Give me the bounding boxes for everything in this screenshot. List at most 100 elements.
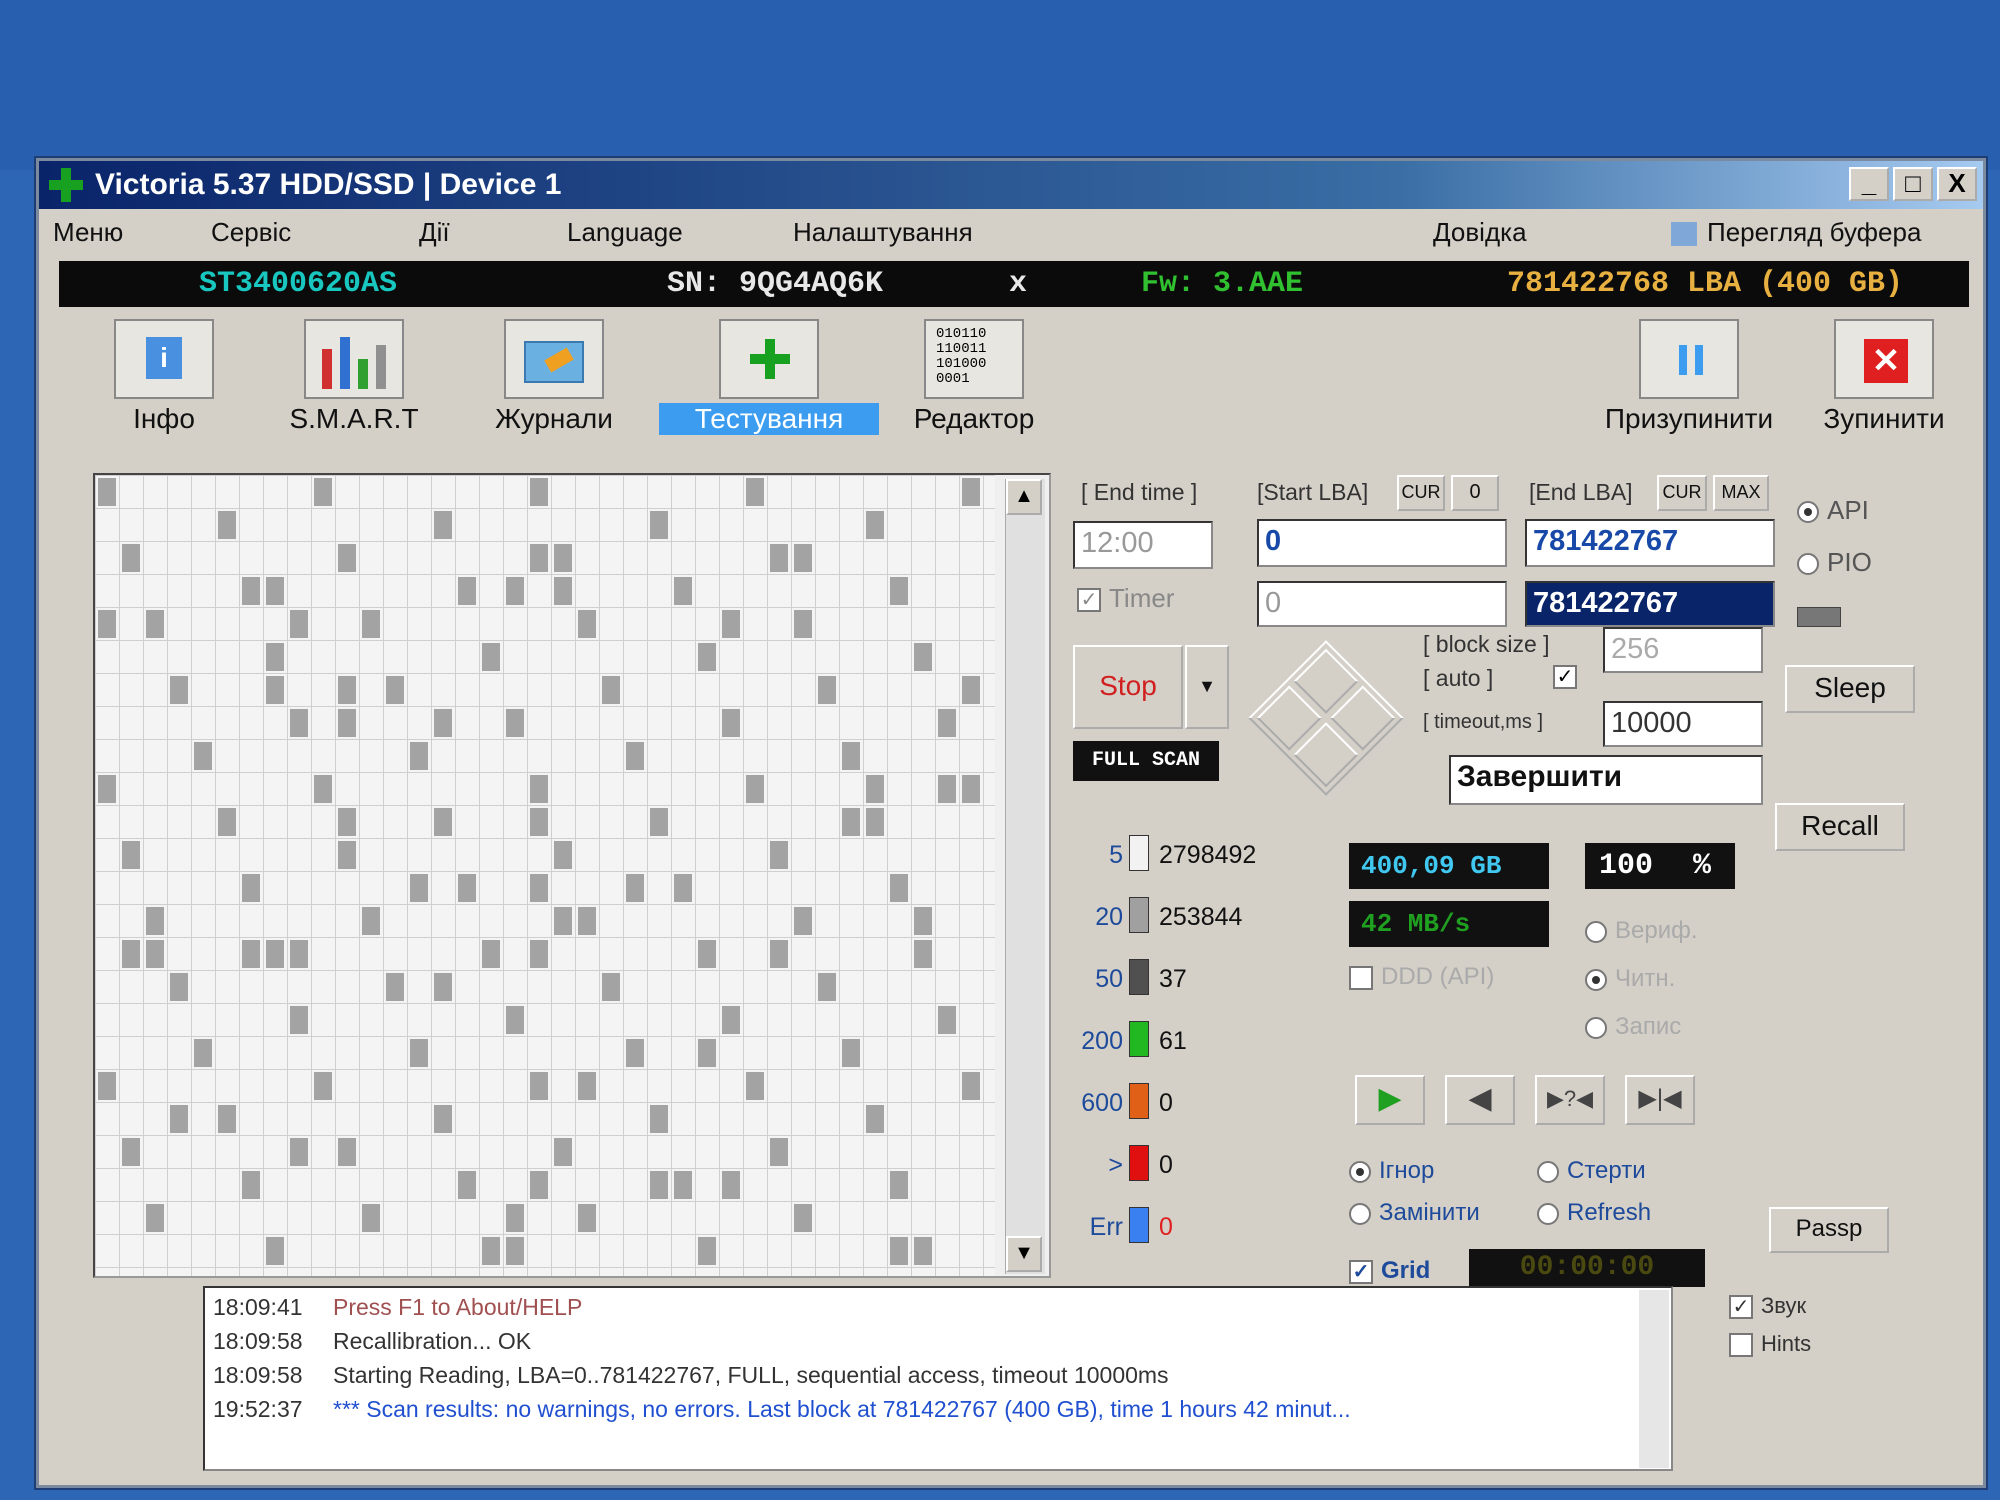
refresh-radio-dot[interactable] xyxy=(1537,1202,1559,1225)
grid-checkbox[interactable]: ✓ Grid xyxy=(1349,1257,1430,1285)
random-seek-button[interactable]: ▶?◀ xyxy=(1535,1075,1605,1125)
menu-item-service[interactable]: Сервіс xyxy=(211,217,291,248)
pio-radio-dot[interactable] xyxy=(1797,553,1819,576)
tab-logs[interactable]: Журнали xyxy=(469,313,639,441)
menu-item-help[interactable]: Довідка xyxy=(1433,217,1527,248)
butterfly-button[interactable]: ▶|◀ xyxy=(1625,1075,1695,1125)
scan-block xyxy=(890,1171,908,1199)
write-radio-dot[interactable] xyxy=(1585,1016,1607,1039)
sleep-button[interactable]: Sleep xyxy=(1785,665,1915,713)
ignore-radio-dot[interactable] xyxy=(1349,1160,1371,1183)
hints-check[interactable] xyxy=(1729,1333,1753,1358)
erase-radio[interactable]: Стерти xyxy=(1537,1157,1646,1185)
pause-button[interactable]: Призупинити xyxy=(1589,313,1789,441)
tab-editor[interactable]: 010110 110011 101000 0001 Редактор xyxy=(889,313,1059,441)
finish-action-select[interactable]: Завершити xyxy=(1449,755,1763,805)
ignore-radio[interactable]: Ігнор xyxy=(1349,1157,1434,1185)
maximize-button[interactable]: □ xyxy=(1893,167,1933,201)
refresh-radio[interactable]: Refresh xyxy=(1537,1199,1651,1227)
auto-checkbox[interactable]: ✓ xyxy=(1553,665,1577,689)
hints-checkbox[interactable]: Hints xyxy=(1729,1331,1812,1358)
read-radio[interactable]: Читн. xyxy=(1585,965,1675,993)
full-scan-badge[interactable]: FULL SCAN xyxy=(1073,741,1219,781)
scan-block xyxy=(506,577,524,605)
timer-input[interactable]: 0 xyxy=(1257,581,1507,627)
menu-item-settings[interactable]: Налаштування xyxy=(793,217,973,248)
end-time-input[interactable]: 12:00 xyxy=(1073,521,1213,569)
menu-item-actions[interactable]: Дії xyxy=(419,217,450,248)
passp-button[interactable]: Passp xyxy=(1769,1207,1889,1253)
timer-checkbox[interactable]: ✓ Timer xyxy=(1077,583,1174,614)
stop-x-icon: ✕ xyxy=(1834,319,1934,399)
scan-block xyxy=(626,1039,644,1067)
elapsed-timer: 00:00:00 xyxy=(1469,1249,1705,1287)
ddd-api-checkbox[interactable]: DDD (API) xyxy=(1349,963,1494,991)
block-size-label: [ block size ] xyxy=(1423,631,1550,657)
recall-button[interactable]: Recall xyxy=(1775,803,1905,851)
stop-dropdown-button[interactable]: ▼ xyxy=(1185,645,1229,729)
write-radio[interactable]: Запис xyxy=(1585,1013,1681,1041)
replace-radio[interactable]: Замінити xyxy=(1349,1199,1480,1227)
scan-block xyxy=(290,1006,308,1034)
pio-label: PIO xyxy=(1827,547,1872,577)
auto-label: [ auto ] xyxy=(1423,665,1494,691)
device-close-x[interactable]: x xyxy=(1009,267,1027,301)
start-zero-button[interactable]: 0 xyxy=(1451,475,1499,511)
end-max-button[interactable]: MAX xyxy=(1713,475,1769,511)
map-scrollbar[interactable]: ▲ ▼ xyxy=(1005,479,1045,1274)
latency-threshold: Err xyxy=(1089,1213,1123,1241)
navigation-diamond[interactable] xyxy=(1248,640,1404,796)
end-lba-selected-input[interactable]: 781422767 xyxy=(1525,581,1775,627)
tab-testing[interactable]: Тестування xyxy=(659,313,879,441)
erase-radio-dot[interactable] xyxy=(1537,1160,1559,1183)
play-button[interactable]: ▶ xyxy=(1355,1075,1425,1125)
api-radio-dot[interactable] xyxy=(1797,501,1819,524)
minimize-button[interactable]: _ xyxy=(1849,167,1889,201)
verify-radio-dot[interactable] xyxy=(1585,920,1607,943)
menu-bar: Меню Сервіс Дії Language Налаштування До… xyxy=(39,211,1983,251)
close-button[interactable]: X xyxy=(1937,167,1977,201)
end-cur-button[interactable]: CUR xyxy=(1657,475,1707,511)
device-capacity: 781422768 LBA (400 GB) xyxy=(1507,267,1904,301)
menu-item-buffer-view[interactable]: Перегляд буфера xyxy=(1671,217,1921,248)
sound-check[interactable]: ✓ xyxy=(1729,1295,1753,1320)
stop-toolbar-button[interactable]: ✕ Зупинити xyxy=(1799,313,1969,441)
scan-block xyxy=(746,775,764,803)
scan-block xyxy=(794,610,812,638)
log-scrollbar[interactable] xyxy=(1639,1290,1669,1468)
timeout-select[interactable]: 10000 xyxy=(1603,701,1763,747)
scan-block xyxy=(434,511,452,539)
tab-info-label: Інфо xyxy=(133,403,195,434)
pio-radio[interactable]: PIO xyxy=(1797,547,1872,578)
scan-block xyxy=(434,1105,452,1133)
scan-block xyxy=(842,1039,860,1067)
menu-item-menu[interactable]: Меню xyxy=(53,217,123,248)
end-lba-input[interactable]: 781422767 xyxy=(1525,519,1775,567)
scan-block xyxy=(650,511,668,539)
stop-scan-button[interactable]: Stop xyxy=(1073,645,1183,729)
scroll-down-button[interactable]: ▼ xyxy=(1006,1236,1042,1272)
title-bar: Victoria 5.37 HDD/SSD | Device 1 _ □ X xyxy=(39,161,1983,209)
api-radio[interactable]: API xyxy=(1797,495,1869,526)
menu-item-language[interactable]: Language xyxy=(567,217,683,248)
timer-check[interactable]: ✓ xyxy=(1077,588,1101,613)
scan-block xyxy=(794,907,812,935)
scan-block xyxy=(890,1237,908,1265)
scan-block xyxy=(266,676,284,704)
reverse-button[interactable]: ◀ xyxy=(1445,1075,1515,1125)
start-cur-button[interactable]: CUR xyxy=(1397,475,1445,511)
latency-count: 253844 xyxy=(1159,903,1243,931)
replace-radio-dot[interactable] xyxy=(1349,1202,1371,1225)
block-size-select[interactable]: 256 xyxy=(1603,627,1763,673)
tab-info[interactable]: i Інфо xyxy=(79,313,249,441)
scroll-up-button[interactable]: ▲ xyxy=(1006,479,1042,515)
hints-label: Hints xyxy=(1761,1331,1812,1356)
start-lba-input[interactable]: 0 xyxy=(1257,519,1507,567)
grid-check[interactable]: ✓ xyxy=(1349,1259,1373,1284)
ddd-check[interactable] xyxy=(1349,965,1373,990)
read-radio-dot[interactable] xyxy=(1585,968,1607,991)
scan-block xyxy=(602,973,620,1001)
tab-smart[interactable]: S.M.A.R.T xyxy=(269,313,439,441)
verify-radio[interactable]: Вериф. xyxy=(1585,917,1698,945)
sound-checkbox[interactable]: ✓ Звук xyxy=(1729,1293,1806,1320)
